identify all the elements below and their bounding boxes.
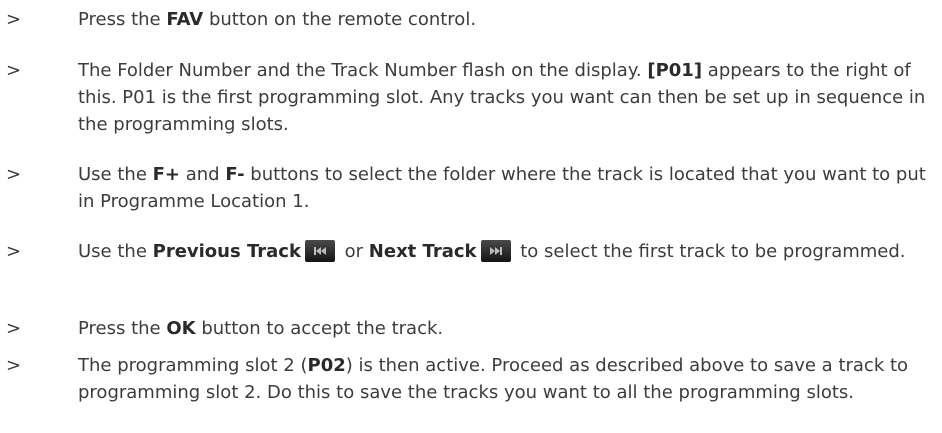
f-minus-label: F- [225, 164, 245, 185]
step-text: The Folder Number and the Track Number f… [78, 60, 926, 135]
p02-label: P02 [307, 355, 346, 376]
next-track-label: Next Track [368, 241, 477, 262]
step-text: Press the FAV button on the remote contr… [78, 9, 477, 30]
f-plus-label: F+ [152, 164, 181, 185]
step-text: Use the Previous Track or Next Track to … [78, 240, 906, 262]
step-marker: > [6, 355, 22, 376]
step-marker: > [6, 318, 22, 339]
step-text: Press the OK button to accept the track. [78, 318, 444, 339]
p01-label: [P01] [647, 60, 703, 81]
previous-track-icon [304, 240, 335, 262]
step-marker: > [6, 164, 22, 185]
step-text: Use the F+ and F- buttons to select the … [78, 164, 926, 212]
instruction-page: > Press the FAV button on the remote con… [0, 0, 942, 433]
step-marker: > [6, 9, 22, 30]
step-marker: > [6, 241, 22, 262]
step-marker: > [6, 60, 22, 81]
fav-button-label: FAV [166, 9, 204, 30]
ok-button-label: OK [166, 318, 196, 339]
step-text: The programming slot 2 (P02) is then act… [78, 355, 909, 403]
next-track-icon [480, 240, 511, 262]
previous-track-label: Previous Track [152, 241, 301, 262]
